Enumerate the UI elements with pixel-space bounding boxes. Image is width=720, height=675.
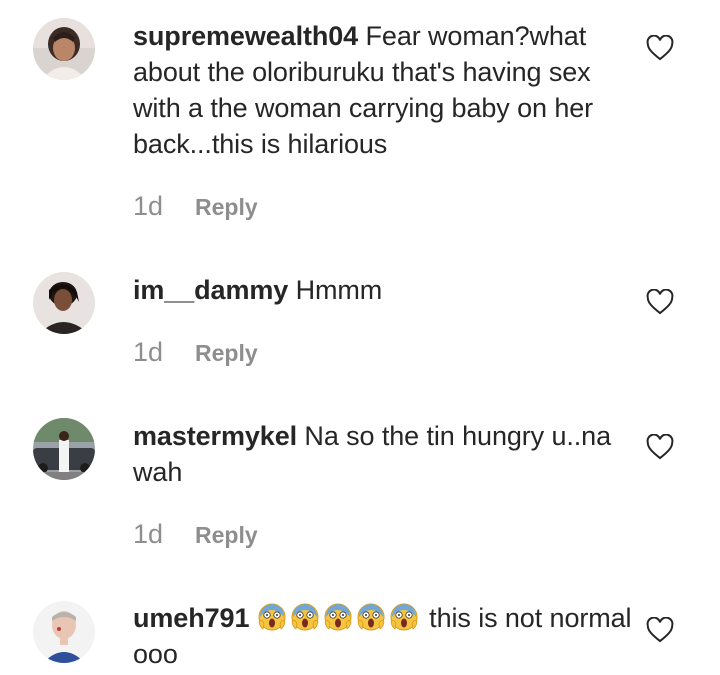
avatar[interactable] — [33, 418, 95, 480]
like-button[interactable] — [646, 35, 674, 61]
like-button[interactable] — [646, 434, 674, 460]
avatar[interactable] — [33, 272, 95, 334]
avatar[interactable] — [33, 18, 95, 80]
heart-outline-icon — [646, 434, 674, 460]
face-screaming-emoji — [257, 602, 287, 632]
avatar-man-car-icon — [33, 418, 95, 480]
avatar-man-icon — [33, 601, 95, 663]
reply-button[interactable]: Reply — [195, 340, 258, 367]
heart-outline-icon — [646, 289, 674, 315]
comment-list: supremewealth04 Fear woman?what about th… — [0, 0, 720, 675]
heart-outline-icon — [646, 617, 674, 643]
reply-button[interactable]: Reply — [195, 194, 258, 221]
face-screaming-emoji — [323, 602, 353, 632]
reply-button[interactable]: Reply — [195, 522, 258, 549]
like-button[interactable] — [646, 617, 674, 643]
comment-timestamp: 1d — [133, 519, 164, 549]
like-button[interactable] — [646, 289, 674, 315]
avatar[interactable] — [33, 601, 95, 663]
comment-text: Hmmm — [295, 275, 383, 305]
comment-username[interactable]: mastermykel — [133, 421, 297, 451]
face-screaming-emoji — [290, 602, 320, 632]
face-screaming-emoji — [356, 602, 386, 632]
face-screaming-emoji — [389, 602, 419, 632]
avatar-woman-icon — [33, 18, 95, 80]
comment-timestamp: 1d — [133, 191, 164, 221]
comment-timestamp: 1d — [133, 337, 164, 367]
comment-username[interactable]: supremewealth04 — [133, 21, 358, 51]
avatar-woman-icon — [33, 272, 95, 334]
heart-outline-icon — [646, 35, 674, 61]
comment-username[interactable]: im__dammy — [133, 275, 288, 305]
comment-username[interactable]: umeh791 — [133, 603, 249, 633]
